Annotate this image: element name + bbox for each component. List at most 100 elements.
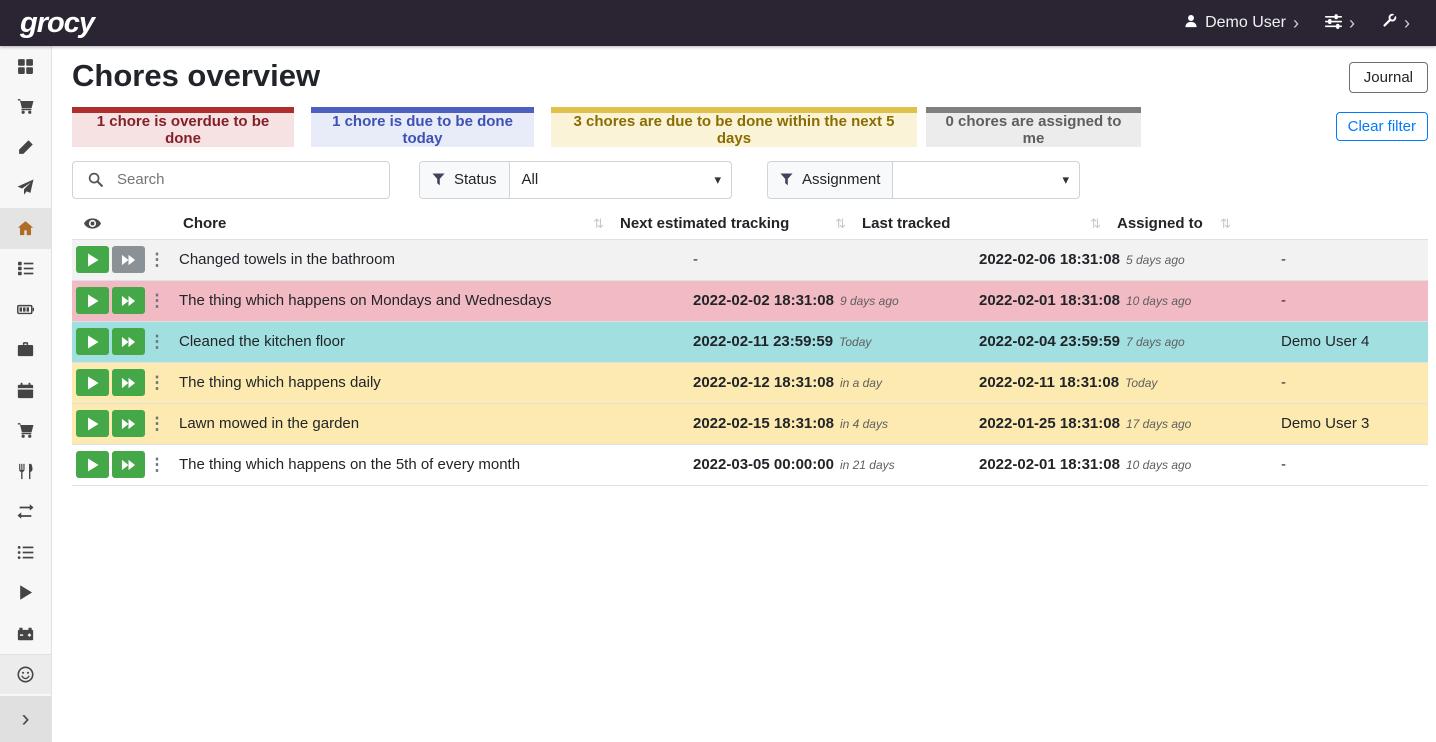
track-chore-button[interactable] xyxy=(76,328,109,355)
row-menu-button[interactable] xyxy=(148,292,166,309)
sidebar-item-purchase[interactable] xyxy=(0,411,51,452)
column-header-chore[interactable]: Chore xyxy=(175,215,612,232)
assignment-filter-label: Assignment xyxy=(768,162,893,198)
play-icon xyxy=(87,335,99,349)
skip-chore-button[interactable] xyxy=(112,410,145,437)
sidebar-item-chore-tracking[interactable] xyxy=(0,573,51,614)
search-input[interactable] xyxy=(117,171,389,188)
journal-button[interactable]: Journal xyxy=(1349,62,1428,93)
next-tracking-date: 2022-03-05 00:00:00 xyxy=(693,456,834,473)
chevron-right-icon xyxy=(1349,14,1355,33)
user-menu[interactable]: Demo User xyxy=(1184,14,1299,33)
row-menu-button[interactable] xyxy=(148,456,166,473)
row-menu-button[interactable] xyxy=(148,374,166,391)
play-icon xyxy=(87,458,99,472)
sidebar-item-tasks[interactable] xyxy=(0,249,51,290)
status-filter: Status All xyxy=(419,161,732,199)
assigned-to-value: Demo User 3 xyxy=(1277,415,1428,432)
chevron-right-icon xyxy=(1404,14,1410,33)
last-tracked-relative: 7 days ago xyxy=(1126,335,1185,349)
sidebar-item-battery-tracking[interactable] xyxy=(0,613,51,654)
row-menu-button[interactable] xyxy=(148,333,166,350)
clear-filter-button[interactable]: Clear filter xyxy=(1336,112,1428,141)
exchange-icon xyxy=(17,503,34,520)
sidebar-expand-button[interactable] xyxy=(0,696,51,742)
track-chore-button[interactable] xyxy=(76,410,109,437)
skip-chore-button[interactable] xyxy=(112,287,145,314)
smiley-icon xyxy=(17,666,34,683)
sidebar-item-equipment[interactable] xyxy=(0,330,51,371)
status-filter-label: Status xyxy=(420,162,510,198)
filter-icon xyxy=(780,173,793,186)
sidebar-item-inventory[interactable] xyxy=(0,532,51,573)
next-tracking-relative: in a day xyxy=(840,376,882,390)
fast-forward-icon xyxy=(121,295,136,307)
sidebar-item-stock-overview[interactable] xyxy=(0,46,51,87)
status-select-value: All xyxy=(522,171,539,188)
list-icon xyxy=(17,544,34,561)
app-logo[interactable]: grocy xyxy=(20,7,94,40)
toggle-columns-button[interactable] xyxy=(72,218,175,229)
settings-menu[interactable] xyxy=(1325,14,1355,33)
next-tracking-relative: 9 days ago xyxy=(840,294,899,308)
status-banners: 1 chore is overdue to be done 1 chore is… xyxy=(72,107,1428,147)
last-tracked-date: 2022-02-04 23:59:59 xyxy=(979,333,1120,350)
sidebar-item-batteries-overview[interactable] xyxy=(0,289,51,330)
row-menu-button[interactable] xyxy=(148,251,166,268)
car-battery-icon xyxy=(17,625,34,642)
sidebar xyxy=(0,46,52,742)
chore-name: Changed towels in the bathroom xyxy=(175,251,689,268)
skip-chore-button[interactable] xyxy=(112,246,145,273)
fast-forward-icon xyxy=(121,459,136,471)
play-icon xyxy=(87,253,99,267)
chevron-right-icon xyxy=(22,707,30,731)
top-navbar: grocy Demo User xyxy=(0,0,1436,46)
next-tracking-date: - xyxy=(693,251,698,268)
admin-tools-menu[interactable] xyxy=(1381,13,1410,33)
skip-chore-button[interactable] xyxy=(112,451,145,478)
banner-due-soon[interactable]: 3 chores are due to be done within the n… xyxy=(551,107,917,147)
column-header-assigned-to[interactable]: Assigned to xyxy=(1109,215,1239,232)
last-tracked-relative: 10 days ago xyxy=(1126,458,1191,472)
fast-forward-icon xyxy=(121,377,136,389)
sidebar-item-meal-plan[interactable] xyxy=(0,168,51,209)
sidebar-item-user-settings[interactable] xyxy=(0,654,51,695)
next-tracking-date: 2022-02-11 23:59:59 xyxy=(693,333,833,350)
sidebar-item-consume[interactable] xyxy=(0,451,51,492)
last-tracked-relative: Today xyxy=(1125,376,1157,390)
row-menu-button[interactable] xyxy=(148,415,166,432)
last-tracked-date: 2022-01-25 18:31:08 xyxy=(979,415,1120,432)
skip-chore-button[interactable] xyxy=(112,328,145,355)
paper-plane-icon xyxy=(17,179,34,196)
assignment-select[interactable] xyxy=(893,162,1079,198)
checklist-icon xyxy=(17,260,34,277)
status-select[interactable]: All xyxy=(510,162,731,198)
track-chore-button[interactable] xyxy=(76,451,109,478)
last-tracked-relative: 10 days ago xyxy=(1126,294,1191,308)
banner-overdue[interactable]: 1 chore is overdue to be done xyxy=(72,107,294,147)
sidebar-item-recipes[interactable] xyxy=(0,127,51,168)
sidebar-item-chores-overview[interactable] xyxy=(0,208,51,249)
skip-chore-button[interactable] xyxy=(112,369,145,396)
track-chore-button[interactable] xyxy=(76,369,109,396)
banner-assigned-to-me[interactable]: 0 chores are assigned to me xyxy=(926,107,1141,147)
sliders-icon xyxy=(1325,14,1342,33)
sort-icon xyxy=(1090,215,1101,232)
last-tracked-date: 2022-02-01 18:31:08 xyxy=(979,456,1120,473)
chevron-right-icon xyxy=(1293,14,1299,33)
filter-bar: Status All Assignment xyxy=(72,161,1428,199)
assigned-to-value: - xyxy=(1277,292,1428,309)
track-chore-button[interactable] xyxy=(76,287,109,314)
fast-forward-icon xyxy=(121,418,136,430)
table-header: Chore Next estimated tracking Last track… xyxy=(72,209,1428,240)
banner-due-today[interactable]: 1 chore is due to be done today xyxy=(311,107,534,147)
sidebar-item-shopping-list[interactable] xyxy=(0,87,51,128)
eye-icon xyxy=(84,218,101,229)
utensils-icon xyxy=(17,463,34,480)
sidebar-item-transfer[interactable] xyxy=(0,492,51,533)
next-tracking-date: 2022-02-15 18:31:08 xyxy=(693,415,834,432)
column-header-last-tracked[interactable]: Last tracked xyxy=(854,215,1109,232)
column-header-next-estimated-tracking[interactable]: Next estimated tracking xyxy=(612,215,854,232)
sidebar-item-calendar[interactable] xyxy=(0,370,51,411)
track-chore-button[interactable] xyxy=(76,246,109,273)
